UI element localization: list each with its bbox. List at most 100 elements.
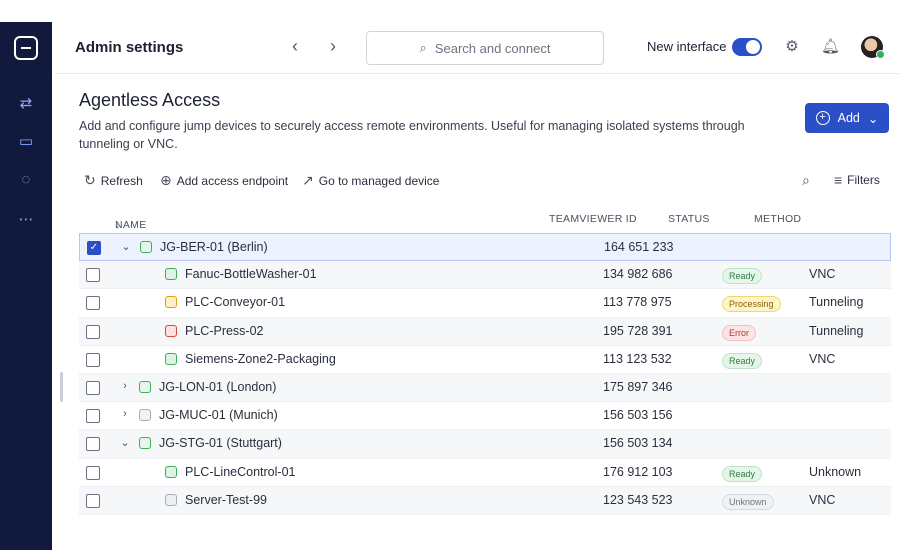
chevron-down-icon: ⌄ bbox=[867, 111, 879, 126]
device-name: PLC-Conveyor-01 bbox=[185, 295, 286, 310]
group-row[interactable]: ›JG-LON-01 (London)175 897 346⋮ bbox=[79, 373, 891, 403]
table-toolbar: ↻ Refresh ⊕ Add access endpoint ↗ Go to … bbox=[79, 168, 887, 192]
row-checkbox[interactable] bbox=[86, 493, 100, 508]
refresh-label: Refresh bbox=[100, 173, 143, 188]
teamviewer-id: 156 503 134 bbox=[603, 436, 673, 451]
status-badge: Processing bbox=[722, 296, 781, 313]
go-managed-label: Go to managed device bbox=[318, 173, 440, 188]
teamviewer-id: 113 123 532 bbox=[603, 351, 672, 366]
sort-arrow-icon: ↓ bbox=[115, 219, 121, 231]
method-value: Tunneling bbox=[809, 323, 864, 338]
device-name: JG-STG-01 (Stuttgart) bbox=[159, 436, 282, 451]
device-icon bbox=[165, 296, 177, 309]
go-managed-device-button[interactable]: ↗ Go to managed device bbox=[302, 172, 439, 189]
filters-button[interactable]: ≡ Filters bbox=[834, 172, 880, 188]
user-avatar[interactable] bbox=[861, 36, 885, 59]
page-title: Agentless Access bbox=[79, 90, 221, 110]
collapse-chevron-icon[interactable]: ⌄ bbox=[119, 436, 131, 449]
column-header-method[interactable]: METHOD bbox=[754, 213, 801, 225]
search-icon: ⌕ bbox=[802, 172, 810, 188]
page-heading: Agentless Access Add and configure jump … bbox=[79, 90, 779, 153]
table-row[interactable]: Server-Test-99123 543 523UnknownVNC⋮ bbox=[79, 486, 891, 515]
jump-device-icon bbox=[139, 409, 151, 422]
teamviewer-id: 113 778 975 bbox=[603, 295, 672, 310]
more-icon[interactable]: ⋯ bbox=[0, 202, 52, 236]
expand-chevron-icon[interactable]: › bbox=[119, 380, 131, 392]
devices-icon[interactable]: ▭ bbox=[0, 124, 52, 158]
row-checkbox[interactable] bbox=[86, 324, 100, 339]
table-row[interactable]: Fanuc-BottleWasher-01 134 982 686 Ready VNC… bbox=[79, 261, 891, 290]
device-icon bbox=[165, 324, 177, 337]
refresh-button[interactable]: ↻ Refresh bbox=[84, 172, 143, 189]
row-checkbox[interactable] bbox=[86, 437, 100, 452]
device-icon bbox=[165, 465, 177, 478]
scrollbar-handle[interactable] bbox=[60, 372, 63, 402]
table-row[interactable]: PLC-Press-02195 728 391ErrorTunneling⋮ bbox=[79, 317, 891, 346]
row-checkbox[interactable]: ✓ bbox=[87, 241, 101, 255]
notification-bell-icon[interactable]: 🔔︎ bbox=[821, 38, 840, 56]
add-button[interactable]: + Add ⌄ bbox=[805, 103, 889, 133]
column-header-teamviewer-id[interactable]: TEAMVIEWER ID bbox=[549, 213, 637, 225]
new-interface-toggle[interactable] bbox=[732, 38, 762, 56]
teamviewer-id: 164 651 233 bbox=[604, 240, 674, 254]
jump-device-icon bbox=[140, 241, 152, 253]
jump-device-icon bbox=[139, 437, 151, 450]
add-endpoint-label: Add access endpoint bbox=[176, 173, 289, 188]
teamviewer-id: 134 982 686 bbox=[603, 267, 673, 282]
new-interface-label: New interface bbox=[647, 39, 727, 54]
teamviewer-id: 195 728 391 bbox=[603, 323, 673, 338]
expand-chevron-icon[interactable]: › bbox=[119, 408, 131, 420]
page-header-title: Admin settings bbox=[75, 39, 184, 56]
add-endpoint-button[interactable]: ⊕ Add access endpoint bbox=[160, 172, 288, 189]
teamviewer-id: 123 543 523 bbox=[603, 492, 673, 507]
method-value: VNC bbox=[809, 267, 836, 282]
row-checkbox[interactable] bbox=[86, 296, 100, 311]
table-search-button[interactable]: ⌕ bbox=[802, 172, 810, 189]
row-checkbox[interactable] bbox=[86, 409, 100, 424]
teamviewer-logo-icon[interactable] bbox=[14, 36, 38, 60]
method-value: VNC bbox=[809, 492, 836, 507]
method-value: Unknown bbox=[809, 464, 862, 479]
table-header: NAME ↓ TEAMVIEWER ID STATUS METHOD bbox=[79, 207, 891, 233]
table-row[interactable]: Siemens-Zone2-Packaging 113 123 532 Ready V… bbox=[79, 346, 891, 374]
column-header-status[interactable]: STATUS bbox=[668, 213, 710, 225]
jump-device-icon bbox=[139, 380, 151, 393]
search-input[interactable]: ⌕ Search and connect bbox=[366, 31, 604, 65]
device-name: JG-LON-01 (London) bbox=[159, 379, 277, 394]
device-icon bbox=[165, 493, 177, 506]
device-name: Siemens-Zone2-Packaging bbox=[185, 351, 336, 366]
method-value: VNC bbox=[809, 351, 836, 366]
row-checkbox[interactable] bbox=[86, 380, 100, 395]
status-badge: Ready bbox=[722, 465, 763, 482]
share-arrow-icon: ↗ bbox=[302, 172, 314, 188]
table-row[interactable]: PLC-LineControl-01 176 912 103 Ready Unknow… bbox=[79, 459, 891, 487]
teamviewer-id: 176 912 103 bbox=[603, 464, 673, 479]
device-name: Server-Test-99 bbox=[185, 492, 267, 507]
method-value: Tunneling bbox=[809, 295, 864, 310]
group-row[interactable]: ✓⌄JG-BER-01 (Berlin)164 651 233⋮ bbox=[79, 233, 891, 262]
row-checkbox[interactable] bbox=[86, 268, 100, 283]
table-row[interactable]: PLC-Conveyor-01 113 778 975 Processing Tunn… bbox=[79, 289, 891, 318]
device-name: PLC-LineControl-01 bbox=[185, 464, 296, 479]
device-name: Fanuc-BottleWasher-01 bbox=[185, 267, 317, 282]
group-row[interactable]: ⌄JG-STG-01 (Stuttgart)156 503 134⋮ bbox=[79, 430, 891, 459]
app-window: ⇄ ▭ ◌ ⋯ Admin settings ‹ › ⌕ Search and … bbox=[0, 22, 900, 550]
device-icon bbox=[165, 268, 177, 281]
device-name: PLC-Press-02 bbox=[185, 323, 264, 338]
teamviewer-id: 156 503 156 bbox=[603, 408, 673, 423]
transfer-icon[interactable]: ⇄ bbox=[0, 86, 52, 120]
add-button-label: Add bbox=[837, 111, 860, 125]
add-plus-icon: + bbox=[815, 111, 830, 125]
add-circle-icon: ⊕ bbox=[160, 172, 172, 188]
chat-icon[interactable]: ◌ bbox=[0, 162, 52, 196]
group-row[interactable]: ›JG-MUC-01 (Munich)156 503 156⋮ bbox=[79, 402, 891, 431]
refresh-icon: ↻ bbox=[84, 172, 96, 188]
collapse-chevron-icon[interactable]: ⌄ bbox=[120, 240, 132, 253]
main-area: Admin settings ‹ › ⌕ Search and connect … bbox=[55, 22, 900, 550]
forward-arrow-icon[interactable]: › bbox=[323, 36, 343, 56]
row-checkbox[interactable] bbox=[86, 352, 100, 367]
settings-gear-icon[interactable]: ⚙ bbox=[783, 38, 801, 56]
table-body: ✓⌄JG-BER-01 (Berlin)164 651 233⋮Fanuc-Bo… bbox=[79, 233, 891, 515]
row-checkbox[interactable] bbox=[86, 465, 100, 480]
back-arrow-icon[interactable]: ‹ bbox=[285, 36, 305, 56]
